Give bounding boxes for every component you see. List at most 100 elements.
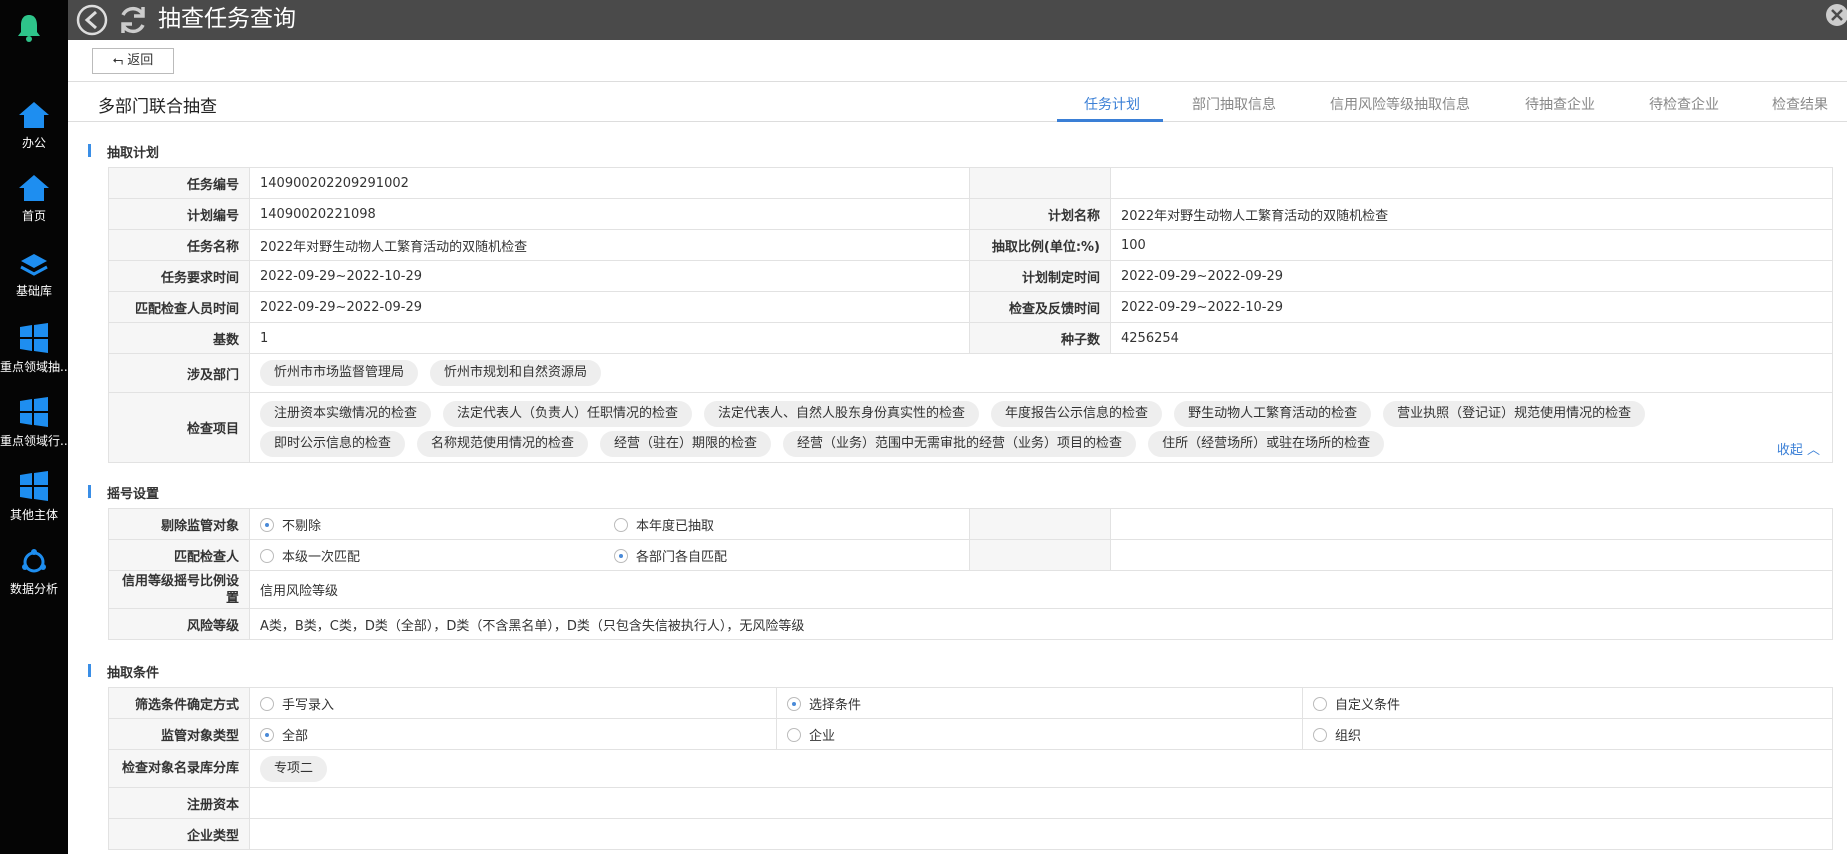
radio-button[interactable] [614, 548, 628, 563]
field-value: 14090020221098 [249, 198, 970, 230]
radio-label: 不剔除 [282, 518, 322, 534]
tab-pending-companies[interactable]: 待抽查企业 [1525, 94, 1595, 114]
field-label: 基数 [108, 322, 250, 354]
radio-option[interactable]: 组织 [1302, 718, 1833, 750]
radio-option[interactable]: 企业 [776, 718, 1303, 750]
inspection-item-tag: 注册资本实缴情况的检查 [260, 400, 432, 427]
inspection-item-tag: 经营（业务）范围中无需审批的经营（业务）项目的检查 [783, 430, 1137, 457]
field-value: 4256254 [1110, 322, 1833, 354]
field-value: 140900202209291002 [249, 167, 970, 199]
field-label: 企业类型 [108, 818, 250, 850]
radio-button[interactable] [260, 517, 274, 532]
lottery-table: 剔除监管对象 不剔除 本年度已抽取 匹配检查人 本级一次匹配 各部门各自匹配 信用等… [108, 508, 1833, 640]
sidebar-item-label: 首页 [21, 209, 46, 223]
table-row: 信用等级摇号比例设置 信用风险等级 [108, 570, 1833, 609]
home-icon [19, 102, 49, 128]
radio-option[interactable]: 本级一次匹配 [260, 546, 614, 565]
radio-label: 全部 [282, 728, 309, 744]
radio-button[interactable] [614, 517, 628, 532]
table-row: 匹配检查人 本级一次匹配 各部门各自匹配 [108, 539, 1833, 571]
field-label: 任务名称 [108, 229, 250, 261]
radio-label: 本年度已抽取 [636, 518, 715, 534]
table-row: 注册资本 [108, 787, 1833, 819]
table-row: 检查项目 注册资本实缴情况的检查 法定代表人（负责人）任职情况的检查 法定代表人、自… [108, 392, 1833, 463]
close-icon[interactable] [1821, 2, 1847, 28]
exclude-options: 不剔除 本年度已抽取 [249, 508, 970, 540]
sidebar-item-label: 数据分析 [9, 582, 58, 596]
radio-option[interactable]: 选择条件 [776, 687, 1303, 719]
sidebar-item-label: 其他主体 [9, 508, 58, 522]
field-label: 检查对象名录库分库 [108, 749, 250, 788]
radio-button[interactable] [787, 696, 801, 711]
field-label: 匹配检查人 [108, 539, 250, 571]
match-options: 本级一次匹配 各部门各自匹配 [249, 539, 970, 571]
radio-label: 自定义条件 [1335, 697, 1401, 713]
radio-option[interactable]: 手写录入 [249, 687, 777, 719]
field-value: 2022-09-29~2022-10-29 [249, 260, 970, 292]
tab-department-info[interactable]: 部门抽取信息 [1192, 94, 1276, 114]
radio-button[interactable] [260, 696, 274, 711]
sidebar-item-other-entities[interactable]: 其他主体 [0, 470, 68, 540]
sidebar-item-home[interactable]: 首页 [0, 173, 68, 243]
radio-button[interactable] [1313, 696, 1327, 711]
inspection-item-tag: 法定代表人（负责人）任职情况的检查 [443, 400, 693, 427]
inspection-item-tag: 住所（经营场所）或驻在场所的检查 [1148, 430, 1385, 457]
refresh-icon[interactable] [116, 3, 150, 37]
collapse-link[interactable]: 收起 ︿ [1777, 439, 1820, 458]
inspection-item-tag: 即时公示信息的检查 [260, 430, 406, 457]
sidebar-item-label: 基础库 [15, 284, 52, 298]
radio-label: 手写录入 [282, 697, 335, 713]
page-header: 多部门联合抽查 任务计划 部门抽取信息 信用风险等级抽取信息 待抽查企业 待检查… [68, 82, 1847, 122]
radio-option[interactable]: 不剔除 [260, 515, 614, 534]
field-label: 任务要求时间 [108, 260, 250, 292]
sidebar-item-key-area-check[interactable]: 重点领域抽... [0, 322, 68, 392]
field-label: 剔除监管对象 [108, 508, 250, 540]
tab-credit-risk-info[interactable]: 信用风险等级抽取信息 [1330, 94, 1470, 114]
sidebar-item-key-area-industry[interactable]: 重点领域行... [0, 396, 68, 466]
field-label: 涉及部门 [108, 353, 250, 393]
field-label: 匹配检查人员时间 [108, 291, 250, 323]
inspection-items-row: 即时公示信息的检查 名称规范使用情况的检查 经营（驻在）期限的检查 经营（业务）范围中… [260, 427, 1822, 459]
field-value [1110, 167, 1833, 199]
tab-inspection-results[interactable]: 检查结果 [1772, 94, 1828, 114]
toolbar: ⮢ 返回 [68, 40, 1847, 82]
sidebar-item-base-library[interactable]: 基础库 [0, 252, 68, 322]
tab-task-plan[interactable]: 任务计划 [1084, 94, 1140, 114]
back-button[interactable]: ⮢ 返回 [92, 48, 174, 74]
radio-button[interactable] [260, 548, 274, 563]
field-label: 检查项目 [108, 392, 250, 463]
field-value: 2022-09-29~2022-10-29 [1110, 291, 1833, 323]
radio-option[interactable]: 全部 [249, 718, 777, 750]
field-value: 100 [1110, 229, 1833, 261]
sidebar-item-data-analysis[interactable]: 数据分析 [0, 548, 68, 618]
windows-icon [20, 471, 48, 501]
tab-pending-inspections[interactable]: 待检查企业 [1649, 94, 1719, 114]
bell-icon[interactable] [14, 12, 44, 44]
radio-option[interactable]: 本年度已抽取 [614, 517, 715, 534]
field-label [969, 508, 1111, 540]
radio-option[interactable]: 自定义条件 [1302, 687, 1833, 719]
table-row: 剔除监管对象 不剔除 本年度已抽取 [108, 508, 1833, 540]
inspection-item-tag: 野生动物人工繁育活动的检查 [1174, 400, 1372, 427]
table-row: 筛选条件确定方式 手写录入 选择条件 自定义条件 [108, 687, 1833, 719]
field-value: 2022-09-29~2022-09-29 [249, 291, 970, 323]
collapse-label: 收起 [1776, 443, 1803, 458]
table-row: 风险等级 A类，B类，C类，D类（全部），D类（不含黑名单），D类（只包含失信被… [108, 608, 1833, 640]
inspection-item-tag: 名称规范使用情况的检查 [417, 430, 589, 457]
department-tag: 忻州市规划和自然资源局 [430, 360, 602, 386]
radio-button[interactable] [787, 727, 801, 742]
sidebar-item-label: 重点领域行... [0, 434, 68, 448]
inspection-items-cell: 注册资本实缴情况的检查 法定代表人（负责人）任职情况的检查 法定代表人、自然人股东身… [249, 392, 1833, 463]
field-label: 种子数 [969, 322, 1111, 354]
back-arrow-icon[interactable] [76, 4, 108, 36]
table-row: 计划编号 14090020221098 计划名称 2022年对野生动物人工繁育活… [108, 198, 1833, 230]
field-label: 监管对象类型 [108, 718, 250, 750]
table-row: 企业类型 [108, 818, 1833, 850]
departments-cell: 忻州市市场监督管理局 忻州市规划和自然资源局 [249, 353, 1833, 393]
chevron-up-icon: ︿ [1806, 443, 1820, 458]
window-title: 抽查任务查询 [158, 6, 296, 32]
radio-button[interactable] [260, 727, 274, 742]
radio-option[interactable]: 各部门各自匹配 [614, 548, 727, 565]
sidebar-item-office[interactable]: 办公 [0, 100, 68, 170]
radio-button[interactable] [1313, 727, 1327, 742]
